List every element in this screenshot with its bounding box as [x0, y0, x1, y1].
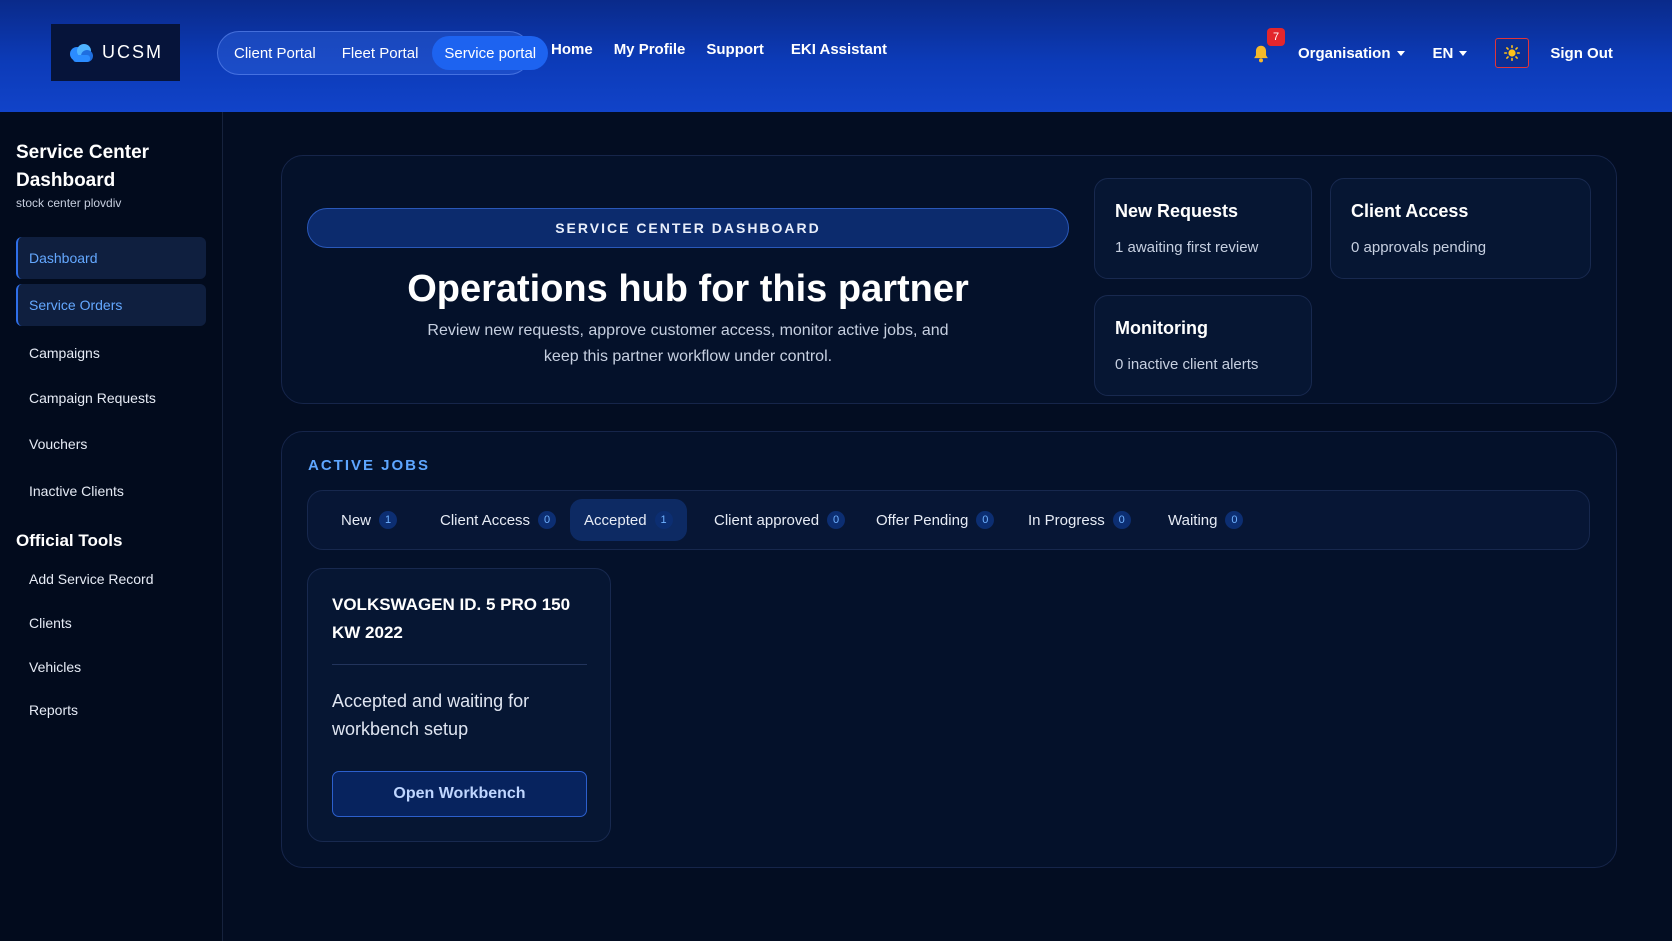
tab-count-badge: 0 — [1225, 511, 1244, 529]
nav-support-link[interactable]: Support — [706, 41, 764, 58]
tab-accepted[interactable]: Accepted 1 — [570, 499, 687, 541]
hero-description: Review new requests, approve customer ac… — [427, 322, 949, 365]
notifications-button[interactable]: 7 — [1250, 28, 1285, 65]
job-card: VOLKSWAGEN ID. 5 PRO 150 KW 2022 Accepte… — [307, 568, 611, 842]
language-dropdown[interactable]: EN — [1433, 45, 1468, 62]
client-portal-button[interactable]: Client Portal — [222, 36, 328, 70]
active-jobs-panel: ACTIVE JOBS New 1 Client Access 0 Accept… — [281, 431, 1617, 868]
tab-count-badge: 0 — [827, 511, 846, 529]
chevron-down-icon — [1459, 50, 1468, 56]
stat-card-client-access[interactable]: Client Access 0 approvals pending — [1330, 178, 1591, 279]
stat-title: Client Access — [1351, 201, 1469, 221]
stat-card-new-requests[interactable]: New Requests 1 awaiting first review — [1094, 178, 1312, 279]
organisation-label: Organisation — [1298, 44, 1391, 62]
dashboard-hero-panel: SERVICE CENTER DASHBOARD Operations hub … — [281, 155, 1617, 404]
active-jobs-heading: ACTIVE JOBS — [308, 457, 431, 474]
stat-title: Monitoring — [1115, 318, 1208, 338]
job-vehicle-title: VOLKSWAGEN ID. 5 PRO 150 KW 2022 — [332, 595, 571, 642]
tab-count-badge: 0 — [976, 511, 995, 529]
stat-value: 0 approvals pending — [1351, 239, 1487, 256]
tab-label: Client approved — [714, 511, 820, 529]
tab-count-badge: 0 — [538, 511, 557, 529]
sidebar-item-campaign-requests[interactable]: Campaign Requests — [16, 377, 206, 419]
hero-section-label: SERVICE CENTER DASHBOARD — [307, 208, 1069, 248]
stat-title: New Requests — [1115, 201, 1239, 221]
sidebar-item-inactive-clients[interactable]: Inactive Clients — [16, 470, 206, 512]
tab-label: Accepted — [584, 511, 647, 529]
bell-icon — [1254, 45, 1268, 63]
tab-label: Client Access — [440, 511, 531, 529]
tab-waiting[interactable]: Waiting 0 — [1154, 499, 1257, 541]
tab-new[interactable]: New 1 — [327, 499, 411, 541]
sidebar-subtitle: stock center plovdiv — [16, 196, 122, 210]
sidebar-item-add-service-record[interactable]: Add Service Record — [16, 558, 206, 600]
sidebar-item-vehicles[interactable]: Vehicles — [16, 646, 206, 688]
sidebar-item-reports[interactable]: Reports — [16, 689, 206, 731]
nav-profile-link[interactable]: My Profile — [614, 41, 686, 58]
open-workbench-button[interactable]: Open Workbench — [332, 771, 587, 817]
tab-label: In Progress — [1028, 511, 1105, 529]
job-card-divider — [332, 664, 587, 665]
tab-client-access[interactable]: Client Access 0 — [426, 499, 570, 541]
top-navigation-bar: UCSM Client Portal Fleet Portal Service … — [0, 0, 1672, 112]
notification-count-badge: 7 — [1267, 28, 1285, 46]
main-nav: Home My Profile Support EKI Assistant — [551, 41, 887, 58]
brand-name: UCSM — [102, 42, 163, 62]
job-status-text: Accepted and waiting for workbench setup — [332, 691, 530, 739]
sidebar-item-service-orders[interactable]: Service Orders — [16, 284, 206, 326]
stat-value: 1 awaiting first review — [1115, 239, 1259, 256]
language-label: EN — [1432, 44, 1454, 62]
page-title: Operations hub for this partner — [407, 268, 969, 310]
tab-label: Waiting — [1168, 511, 1218, 529]
cloud-logo-icon — [70, 43, 93, 62]
tab-count-badge: 1 — [654, 511, 673, 529]
stat-card-monitoring[interactable]: Monitoring 0 inactive client alerts — [1094, 295, 1312, 396]
service-portal-button[interactable]: Service portal — [432, 36, 549, 70]
sidebar-item-dashboard[interactable]: Dashboard — [16, 237, 206, 279]
sidebar-title: Service Center Dashboard — [16, 142, 150, 191]
tab-label: New — [341, 511, 372, 529]
portal-switcher: Client Portal Fleet Portal Service porta… — [217, 31, 549, 75]
nav-home-link[interactable]: Home — [551, 41, 593, 58]
header-actions: 7 Organisation EN Sign Out — [1250, 28, 1613, 76]
chevron-down-icon — [1396, 50, 1405, 56]
tab-count-badge: 1 — [379, 511, 398, 529]
tab-offer-pending[interactable]: Offer Pending 0 — [862, 499, 1008, 541]
fleet-portal-button[interactable]: Fleet Portal — [330, 36, 431, 70]
tab-client-approved[interactable]: Client approved 0 — [700, 499, 859, 541]
theme-toggle-button[interactable] — [1495, 38, 1530, 68]
sidebar-item-clients[interactable]: Clients — [16, 602, 206, 644]
sun-icon — [1504, 45, 1521, 61]
sidebar-item-vouchers[interactable]: Vouchers — [16, 423, 206, 465]
tab-in-progress[interactable]: In Progress 0 — [1014, 499, 1145, 541]
job-status-tabs: New 1 Client Access 0 Accepted 1 Client … — [307, 490, 1590, 550]
tab-count-badge: 0 — [1112, 511, 1131, 529]
organisation-dropdown[interactable]: Organisation — [1298, 45, 1405, 62]
nav-assistant-link[interactable]: EKI Assistant — [791, 41, 887, 58]
sign-out-button[interactable]: Sign Out — [1550, 45, 1613, 62]
sidebar-section-official-tools: Official Tools — [16, 531, 123, 550]
sidebar-item-campaigns[interactable]: Campaigns — [16, 332, 206, 374]
brand-logo[interactable]: UCSM — [51, 24, 180, 81]
stat-value: 0 inactive client alerts — [1115, 356, 1259, 373]
sidebar: Service Center Dashboard stock center pl… — [0, 112, 223, 941]
tab-label: Offer Pending — [876, 511, 969, 529]
